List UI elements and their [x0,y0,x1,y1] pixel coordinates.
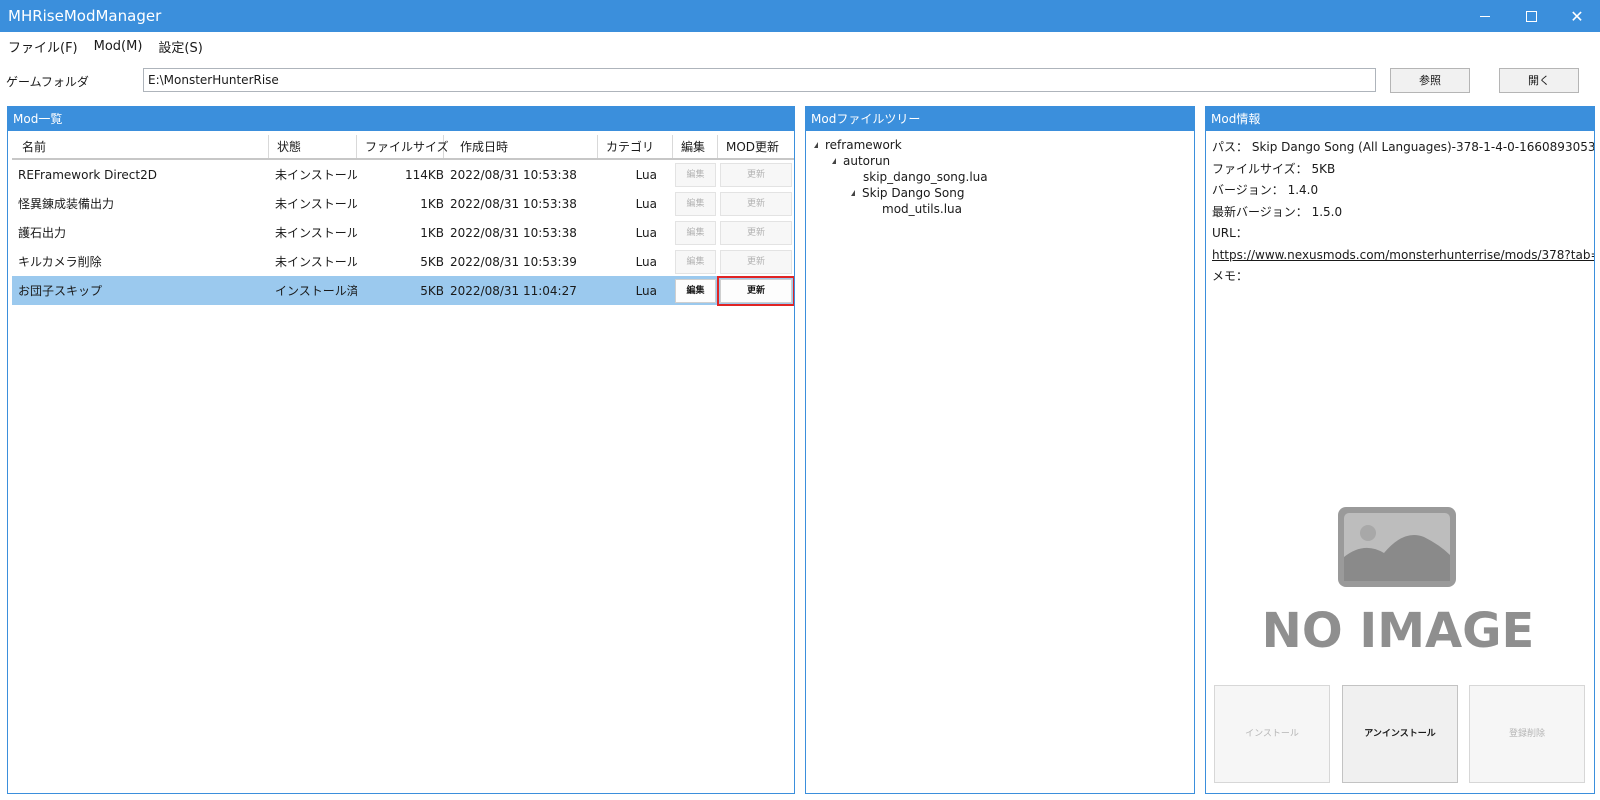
row-category: Lua [635,254,657,269]
path-label: パス： [1212,140,1249,154]
row-state: 未インストール [275,226,357,240]
row-name: 怪異錬成装備出力 [18,197,115,211]
edit-button[interactable]: 編集 [675,162,716,187]
mod-info: パス： Skip Dango Song (All Languages)-378-… [1212,137,1595,288]
tree-node-file[interactable]: skip_dango_song.lua [814,169,988,185]
update-button[interactable]: 更新 [720,162,792,187]
row-state: インストール済 [275,284,357,298]
row-date: 2022/08/31 10:53:38 [450,196,577,211]
update-button[interactable]: 更新 [717,275,794,306]
edit-button[interactable]: 編集 [675,220,716,245]
url-label: URL： [1212,226,1248,240]
game-folder-bar: ゲームフォルダ E:\MonsterHunterRise 参照 開く [0,66,1600,96]
col-date[interactable]: 作成日時 [444,135,598,158]
no-image-text: NO IMAGE [1264,603,1532,657]
row-date: 2022/08/31 10:53:38 [450,167,577,182]
no-image-placeholder: NO IMAGE [1264,507,1532,657]
table-row[interactable]: REFramework Direct2D 未インストール 114KB 2022/… [12,160,794,189]
version-label: バージョン： [1212,183,1284,197]
close-button[interactable]: ✕ [1554,0,1600,32]
mod-table: 名前 状態 ファイルサイズ 作成日時 カテゴリ 編集 MOD更新 REFrame… [12,135,794,306]
install-button[interactable]: インストール [1214,685,1330,783]
col-category[interactable]: カテゴリ [598,135,673,158]
table-row[interactable]: キルカメラ削除 未インストール 5KB 2022/08/31 10:53:39 … [12,247,794,276]
row-state: 未インストール [275,197,357,211]
row-state: 未インストール [275,168,357,182]
menu-mod[interactable]: Mod(M) [86,39,151,54]
row-date: 2022/08/31 10:53:38 [450,225,577,240]
menu-file[interactable]: ファイル(F) [0,37,86,56]
url-link[interactable]: https://www.nexusmods.com/monsterhunterr… [1212,248,1594,262]
row-date: 2022/08/31 11:04:27 [450,283,577,298]
tree-node-reframework[interactable]: reframework [814,137,988,153]
col-state[interactable]: 状態 [269,135,357,158]
maximize-button[interactable] [1508,0,1554,32]
row-size: 1KB [420,196,444,211]
edit-button[interactable]: 編集 [675,191,716,216]
tree-node-autorun[interactable]: autorun [814,153,988,169]
open-button[interactable]: 開く [1499,68,1579,93]
size-value: 5KB [1311,161,1336,176]
row-name: REFramework Direct2D [18,167,157,182]
table-header: 名前 状態 ファイルサイズ 作成日時 カテゴリ 編集 MOD更新 [12,135,794,160]
row-name: 護石出力 [18,226,67,240]
size-label: ファイルサイズ： [1212,161,1308,176]
row-state: 未インストール [275,255,357,269]
memo-label: メモ： [1212,269,1249,283]
tree-node-folder[interactable]: Skip Dango Song [814,185,988,201]
row-size: 5KB [420,254,444,269]
title-bar: MHRiseModManager ✕ [0,0,1600,32]
latest-version-label: 最新バージョン： [1212,204,1308,219]
row-name: キルカメラ削除 [18,255,102,269]
table-row[interactable]: 怪異錬成装備出力 未インストール 1KB 2022/08/31 10:53:38… [12,189,794,218]
row-category: Lua [635,283,657,298]
row-name: お団子スキップ [18,284,103,298]
browse-button[interactable]: 参照 [1390,68,1470,93]
window-title: MHRiseModManager [8,7,162,25]
row-size: 1KB [420,225,444,240]
row-category: Lua [635,167,657,182]
path-value: Skip Dango Song (All Languages)-378-1-4-… [1251,140,1595,154]
edit-button[interactable]: 編集 [675,278,716,303]
edit-button[interactable]: 編集 [675,249,716,274]
mod-list-panel: Mod一覧 名前 状態 ファイルサイズ 作成日時 カテゴリ 編集 MOD更新 R… [7,106,795,794]
col-update[interactable]: MOD更新 [718,135,794,158]
minimize-button[interactable] [1462,0,1508,32]
expand-icon[interactable] [832,158,836,164]
menu-bar: ファイル(F) Mod(M) 設定(S) [0,32,1600,60]
row-size: 114KB [404,167,444,182]
game-folder-label: ゲームフォルダ [6,75,89,89]
mod-info-panel: Mod情報 パス： Skip Dango Song (All Languages… [1205,106,1595,794]
row-date: 2022/08/31 10:53:39 [450,254,577,269]
remove-button[interactable]: 登録削除 [1469,685,1585,783]
update-button[interactable]: 更新 [720,249,792,274]
col-size[interactable]: ファイルサイズ [357,135,449,158]
row-category: Lua [635,225,657,240]
col-edit[interactable]: 編集 [673,135,718,158]
version-value: 1.4.0 [1287,183,1319,197]
latest-version-value: 1.5.0 [1311,204,1343,219]
menu-settings[interactable]: 設定(S) [150,37,210,56]
file-tree: reframework autorun skip_dango_song.lua … [814,137,988,217]
table-row-selected[interactable]: お団子スキップ インストール済 5KB 2022/08/31 11:04:27 … [12,275,794,306]
mod-list-title: Mod一覧 [8,107,794,131]
table-row[interactable]: 護石出力 未インストール 1KB 2022/08/31 10:53:38 Lua… [12,218,794,247]
game-folder-input[interactable]: E:\MonsterHunterRise [143,68,1376,92]
update-button[interactable]: 更新 [720,220,792,245]
row-size: 5KB [420,283,444,298]
file-tree-title: Modファイルツリー [806,107,1194,131]
col-name[interactable]: 名前 [12,135,269,158]
expand-icon[interactable] [851,190,855,196]
update-button[interactable]: 更新 [720,191,792,216]
file-tree-panel: Modファイルツリー reframework autorun skip_dang… [805,106,1195,794]
expand-icon[interactable] [814,142,818,148]
tree-node-file[interactable]: mod_utils.lua [814,201,988,217]
uninstall-button[interactable]: アンインストール [1342,685,1458,783]
row-category: Lua [635,196,657,211]
mod-info-title: Mod情報 [1206,107,1594,131]
